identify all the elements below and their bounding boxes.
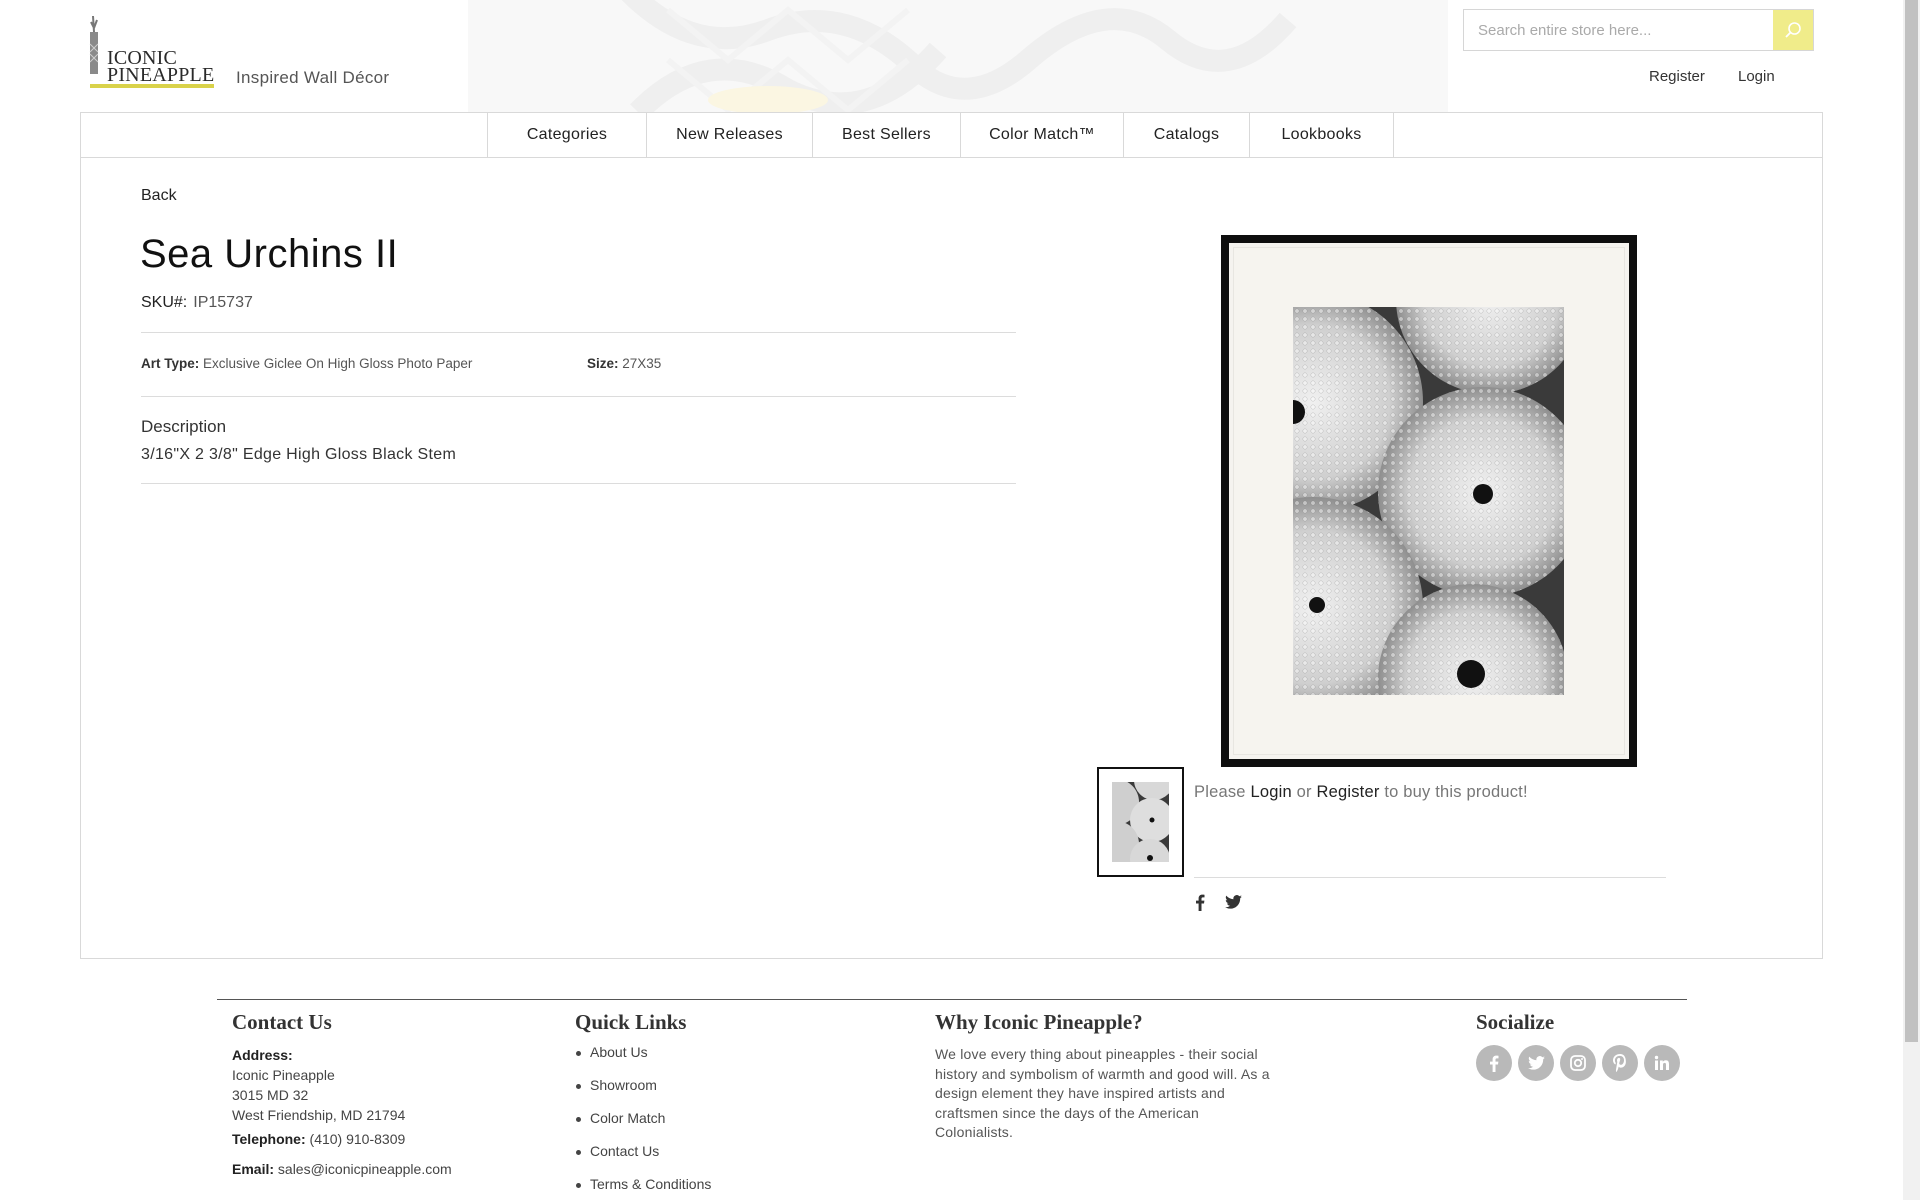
linkedin-icon (1654, 1055, 1669, 1070)
social-twitter-button[interactable] (1518, 1045, 1554, 1081)
share-twitter-button[interactable] (1224, 893, 1242, 911)
telephone-value[interactable]: (410) 910-8309 (310, 1131, 406, 1147)
quick-link-color-match[interactable]: Color Match (575, 1110, 665, 1126)
product-main-image[interactable] (1221, 235, 1637, 767)
art-type-value: Exclusive Giclee On High Gloss Photo Pap… (203, 356, 473, 371)
site-logo[interactable]: ICONIC PINEAPPLE (88, 14, 214, 90)
main-nav: Categories New Releases Best Sellers Col… (81, 113, 1822, 158)
share-facebook-button[interactable] (1191, 893, 1209, 911)
size-attribute: Size: 27X35 (587, 356, 661, 371)
social-facebook-button[interactable] (1476, 1045, 1512, 1081)
nav-item-catalogs[interactable]: Catalogs (1124, 113, 1250, 157)
address-line: West Friendship, MD 21794 (232, 1107, 406, 1123)
logo-underline (90, 84, 214, 88)
size-label: Size: (587, 356, 619, 371)
nav-item-new-releases[interactable]: New Releases (647, 113, 813, 157)
art-type-label: Art Type: (141, 356, 200, 371)
divider (141, 483, 1016, 484)
buy-message-or: or (1296, 783, 1312, 801)
nav-item-best-sellers[interactable]: Best Sellers (813, 113, 961, 157)
pinterest-icon (1613, 1054, 1626, 1072)
address-label: Address: (232, 1047, 293, 1063)
quick-link-terms[interactable]: Terms & Conditions (575, 1176, 711, 1192)
divider (141, 332, 1016, 333)
address-line: Iconic Pineapple (232, 1067, 335, 1083)
buy-register-link[interactable]: Register (1317, 783, 1380, 801)
search-box (1463, 9, 1814, 51)
twitter-icon (1224, 895, 1242, 909)
facebook-icon (1196, 894, 1205, 911)
footer-address: Address: Iconic Pineapple 3015 MD 32 Wes… (232, 1045, 405, 1125)
social-linkedin-button[interactable] (1644, 1045, 1680, 1081)
address-line: 3015 MD 32 (232, 1087, 309, 1103)
telephone-label: Telephone: (232, 1131, 306, 1147)
footer-quick-links-heading: Quick Links (575, 1010, 687, 1034)
twitter-icon (1527, 1056, 1545, 1070)
nav-item-categories[interactable]: Categories (487, 113, 647, 157)
product-sku: SKU#: IP15737 (141, 294, 253, 312)
product-title: Sea Urchins II (140, 232, 399, 276)
header-register-link[interactable]: Register (1649, 68, 1705, 85)
login-to-buy-message: Please Login or Register to buy this pro… (1194, 783, 1528, 802)
social-pinterest-button[interactable] (1602, 1045, 1638, 1081)
search-input[interactable] (1464, 10, 1769, 50)
facebook-icon (1490, 1055, 1499, 1072)
search-button[interactable] (1773, 10, 1813, 50)
sku-value: IP15737 (193, 294, 253, 311)
buy-login-link[interactable]: Login (1250, 783, 1291, 801)
header-login-link[interactable]: Login (1738, 68, 1775, 85)
footer-contact-heading: Contact Us (232, 1010, 332, 1034)
buy-message-suffix: to buy this product! (1384, 783, 1528, 801)
footer-why-heading: Why Iconic Pineapple? (935, 1010, 1143, 1034)
logo-line-2: PINEAPPLE (107, 64, 215, 86)
sea-urchin-photo (1293, 307, 1564, 695)
social-instagram-button[interactable] (1560, 1045, 1596, 1081)
logo-wordmark: ICONIC PINEAPPLE (107, 48, 215, 86)
email-value[interactable]: sales@iconicpineapple.com (278, 1161, 452, 1177)
search-icon (1785, 22, 1801, 38)
page-scrollbar[interactable] (1903, 0, 1920, 1200)
scrollbar-thumb[interactable] (1905, 0, 1918, 1042)
email-label: Email: (232, 1161, 275, 1177)
quick-link-showroom[interactable]: Showroom (576, 1077, 657, 1093)
site-tagline: Inspired Wall Décor (236, 68, 390, 87)
divider (1194, 877, 1666, 878)
footer-why-text: We love every thing about pineapples - t… (935, 1046, 1270, 1140)
description-text: 3/16"X 2 3/8" Edge High Gloss Black Stem (141, 446, 457, 463)
size-value: 27X35 (622, 356, 662, 371)
footer-socialize-heading: Socialize (1476, 1010, 1555, 1034)
sku-label: SKU#: (141, 294, 188, 311)
header-decorative-pattern (468, 0, 1448, 112)
art-type: Art Type: Exclusive Giclee On High Gloss… (141, 356, 472, 371)
nav-item-lookbooks[interactable]: Lookbooks (1250, 113, 1394, 157)
footer-telephone: Telephone: (410) 910-8309 (232, 1129, 405, 1149)
instagram-icon (1570, 1055, 1586, 1071)
divider (141, 396, 1016, 397)
buy-message-prefix: Please (1194, 783, 1246, 801)
description-heading: Description (141, 417, 227, 436)
nav-item-color-match[interactable]: Color Match™ (961, 113, 1124, 157)
product-thumbnail[interactable] (1097, 767, 1184, 877)
thumbnail-photo (1112, 782, 1169, 862)
footer-divider (217, 999, 1687, 1000)
quick-link-about-us[interactable]: About Us (576, 1044, 648, 1060)
back-link[interactable]: Back (141, 187, 177, 205)
quick-link-contact-us[interactable]: Contact Us (575, 1143, 659, 1159)
footer-email: Email: sales@iconicpineapple.com (232, 1159, 452, 1179)
site-header: ICONIC PINEAPPLE Inspired Wall Décor Reg… (0, 0, 1920, 112)
